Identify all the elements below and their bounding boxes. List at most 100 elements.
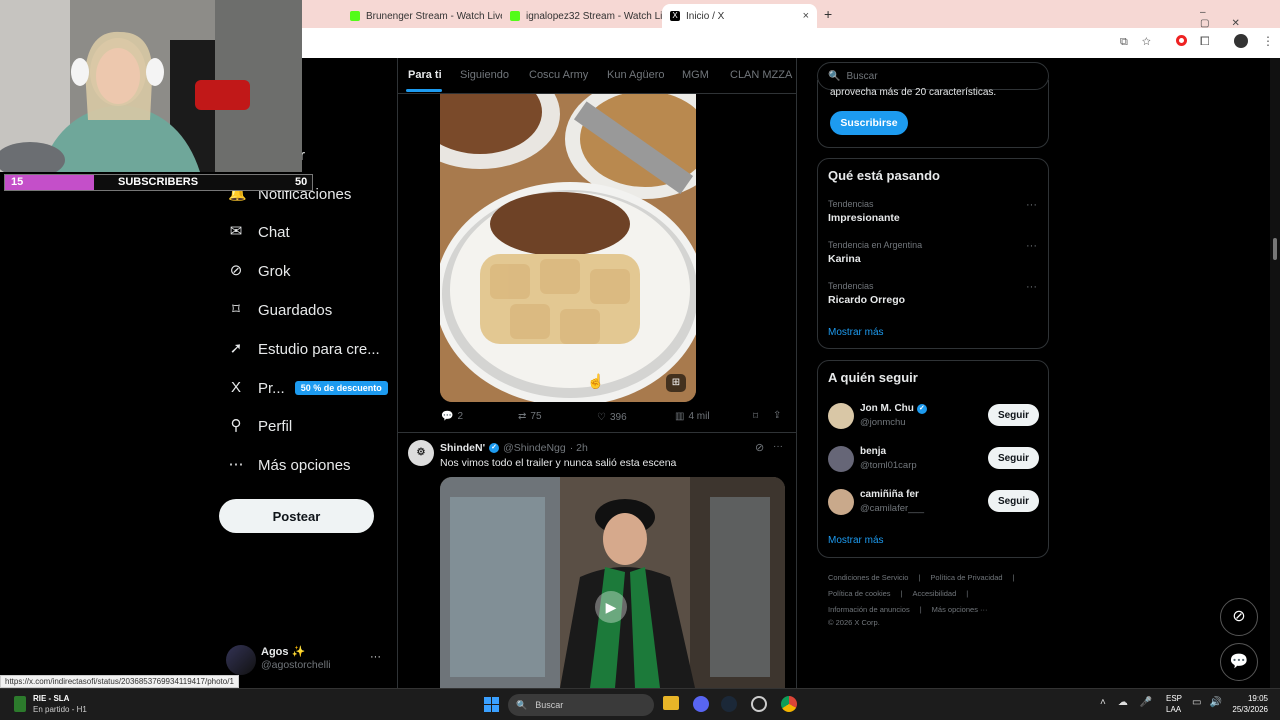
follow-handle: @jonmchu bbox=[860, 417, 906, 428]
tab-clan-mzza[interactable]: CLAN MZZA bbox=[730, 69, 792, 81]
trend-more-icon[interactable]: ··· bbox=[1026, 199, 1037, 211]
avatar[interactable] bbox=[828, 446, 854, 472]
opera-icon[interactable] bbox=[1176, 35, 1187, 46]
share-icon[interactable]: ⇪ bbox=[773, 410, 781, 421]
tray-icons[interactable]: ˄☁🎤 bbox=[1100, 697, 1164, 708]
tab-mgm[interactable]: MGM bbox=[682, 69, 709, 81]
trend-more-icon[interactable]: ··· bbox=[1026, 240, 1037, 252]
like-action[interactable]: ♡ 396 bbox=[597, 412, 627, 423]
trend-item[interactable]: Tendencias Impresionante bbox=[828, 199, 900, 224]
post-text: Nos vimos todo el trailer y nunca salió … bbox=[440, 457, 677, 469]
reply-icon: 💬 bbox=[441, 411, 454, 422]
mail-icon: ✉ bbox=[229, 223, 243, 240]
bookmark-post-icon[interactable]: ⌑ bbox=[753, 411, 758, 422]
avatar[interactable] bbox=[828, 403, 854, 429]
trend-name: Karina bbox=[828, 253, 861, 265]
account-name: Agos ✨ bbox=[261, 646, 306, 658]
footer-row-1: Condiciones de Servicio | Política de Pri… bbox=[828, 573, 1015, 582]
game-icon[interactable] bbox=[14, 696, 26, 712]
window-controls[interactable]: –▢✕ bbox=[1200, 7, 1280, 29]
account-more-icon[interactable]: ··· bbox=[370, 651, 381, 663]
post-video[interactable]: ▶ bbox=[440, 477, 785, 688]
follow-button[interactable]: Seguir bbox=[988, 490, 1039, 512]
clock-time[interactable]: 19:05 bbox=[1230, 694, 1268, 703]
follow-button[interactable]: Seguir bbox=[988, 447, 1039, 469]
nav-premium[interactable]: X Pr... 50 % de descuento bbox=[228, 376, 388, 400]
trend-item[interactable]: Tendencias Ricardo Orrego bbox=[828, 281, 905, 306]
clock-date[interactable]: 25/3/2026 bbox=[1220, 705, 1268, 714]
steam-icon[interactable] bbox=[721, 696, 737, 712]
trends-show-more[interactable]: Mostrar más bbox=[828, 327, 884, 338]
menu-icon[interactable]: ⋮ bbox=[1262, 34, 1274, 48]
trend-name: Impresionante bbox=[828, 212, 900, 224]
tab-label: ignalopez32 Stream - Watch Live bbox=[526, 10, 662, 22]
grok-explain-icon[interactable]: ⊘ bbox=[755, 441, 764, 454]
nav-mas-opciones[interactable]: ⋯ Más opciones bbox=[228, 453, 351, 477]
trend-more-icon[interactable]: ··· bbox=[1026, 281, 1037, 293]
verified-icon: ✓ bbox=[489, 443, 500, 453]
new-tab-button[interactable]: + bbox=[824, 6, 832, 22]
subscribe-button[interactable]: Suscribirse bbox=[830, 111, 908, 135]
app-icon[interactable] bbox=[751, 696, 767, 712]
chat-float-icon[interactable]: 💬 bbox=[1220, 643, 1258, 681]
windows-start-icon[interactable] bbox=[484, 697, 499, 712]
avatar[interactable] bbox=[828, 489, 854, 515]
account-avatar[interactable] bbox=[226, 645, 256, 675]
toolbar-icons[interactable]: ⧉☆ bbox=[1120, 36, 1165, 49]
page-scrollbar[interactable] bbox=[1270, 58, 1280, 688]
scrollbar-thumb[interactable] bbox=[1273, 238, 1277, 260]
nav-chat[interactable]: ✉ Chat bbox=[228, 220, 290, 244]
footer-link[interactable]: Condiciones de Servicio bbox=[828, 573, 908, 582]
footer-link[interactable]: Más opciones ··· bbox=[932, 605, 988, 614]
close-tab-icon[interactable]: × bbox=[803, 10, 809, 22]
premium-text: aprovecha más de 20 características. bbox=[830, 87, 997, 98]
tab-coscu-army[interactable]: Coscu Army bbox=[529, 69, 588, 81]
grok-float-icon[interactable]: ⊘ bbox=[1220, 598, 1258, 636]
post-author[interactable]: ShindeN' ✓ @ShindeNgg · 2h bbox=[440, 442, 588, 454]
media-alt-icon[interactable]: ⊞ bbox=[666, 374, 686, 392]
lang-code[interactable]: ESP bbox=[1166, 694, 1182, 703]
footer-link[interactable]: Información de anuncios bbox=[828, 605, 910, 614]
follow-button[interactable]: Seguir bbox=[988, 404, 1039, 426]
folder-icon[interactable] bbox=[663, 696, 679, 710]
post-time: · 2h bbox=[569, 442, 588, 454]
lang-layout[interactable]: LAA bbox=[1166, 705, 1181, 714]
nav-guardados[interactable]: ⌑ Guardados bbox=[228, 298, 332, 322]
play-icon[interactable]: ▶ bbox=[595, 591, 627, 623]
extensions-icon[interactable]: ⧠ bbox=[1200, 34, 1210, 49]
nav-perfil[interactable]: ⚲ Perfil bbox=[228, 414, 293, 438]
browser-tab-brunenger[interactable]: Brunenger Stream - Watch Live × bbox=[342, 4, 502, 28]
author-avatar[interactable]: ⚙ bbox=[408, 440, 434, 466]
views-action[interactable]: ▥ 4 mil bbox=[675, 411, 710, 422]
nav-estudio[interactable]: ➚ Estudio para cre... bbox=[228, 337, 380, 361]
profile-avatar[interactable] bbox=[1234, 34, 1248, 48]
taskbar-search[interactable]: 🔍 Buscar bbox=[508, 694, 654, 716]
repost-action[interactable]: ⇄ 75 bbox=[518, 411, 542, 422]
discord-icon[interactable] bbox=[693, 696, 709, 712]
post-button[interactable]: Postear bbox=[219, 499, 374, 533]
tab-kun-aguero[interactable]: Kun Agüero bbox=[607, 69, 665, 81]
follow-name-row[interactable]: Jon M. Chu ✓ bbox=[860, 403, 927, 414]
search-icon: 🔍 bbox=[516, 699, 528, 710]
tab-siguiendo[interactable]: Siguiendo bbox=[460, 69, 509, 81]
browser-tab-ignalopez[interactable]: ignalopez32 Stream - Watch Live × bbox=[502, 4, 662, 28]
reply-action[interactable]: 💬 2 bbox=[441, 411, 463, 422]
footer-link[interactable]: Política de Privacidad bbox=[930, 573, 1002, 582]
follow-name[interactable]: camiñiña fer bbox=[860, 489, 919, 500]
post-more-icon[interactable]: ··· bbox=[773, 441, 783, 452]
taskbar-search-input[interactable]: Buscar bbox=[535, 700, 563, 710]
follow-show-more[interactable]: Mostrar más bbox=[828, 535, 884, 546]
follow-name[interactable]: benja bbox=[860, 446, 886, 457]
mouse-cursor: ☝ bbox=[587, 373, 605, 389]
footer-link[interactable]: Accesibilidad bbox=[913, 589, 957, 598]
chrome-icon[interactable] bbox=[781, 696, 797, 712]
footer-copyright: © 2026 X Corp. bbox=[828, 618, 880, 627]
trend-category: Tendencias bbox=[828, 281, 874, 291]
footer-link[interactable]: Política de cookies bbox=[828, 589, 891, 598]
post-image-food[interactable]: ⊞ bbox=[440, 94, 696, 402]
nav-grok[interactable]: ⊘ Grok bbox=[228, 259, 291, 283]
views-icon: ▥ bbox=[675, 411, 685, 422]
tab-para-ti[interactable]: Para ti bbox=[408, 69, 442, 81]
browser-tab-x-inicio[interactable]: X Inicio / X × bbox=[662, 4, 817, 28]
trend-item[interactable]: Tendencia en Argentina Karina bbox=[828, 240, 922, 265]
